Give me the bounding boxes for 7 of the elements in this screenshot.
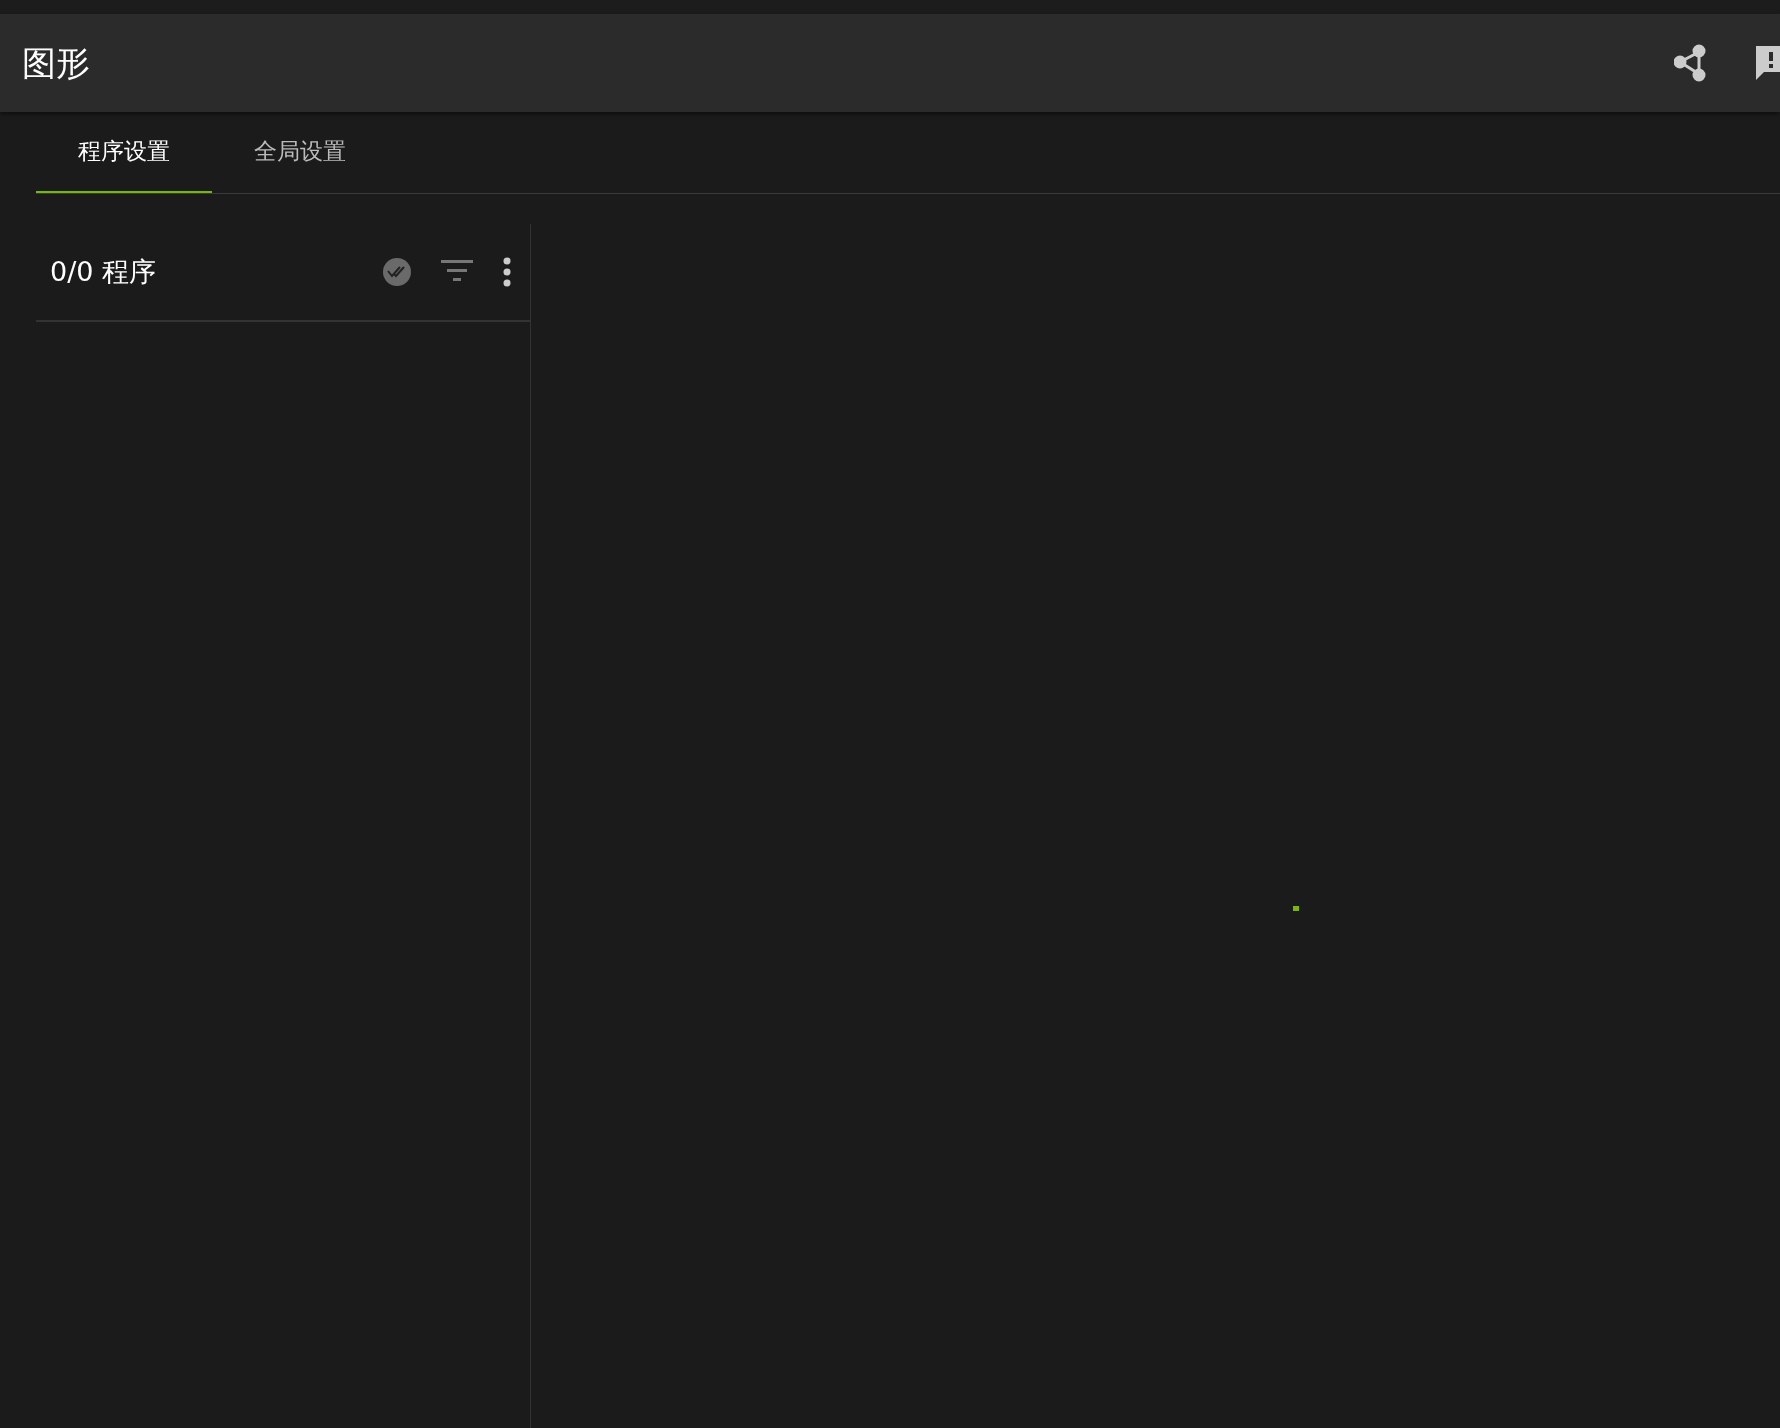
tab[interactable]: 程序设置: [36, 112, 212, 193]
double-check-circle-icon[interactable]: [382, 257, 412, 287]
app-title: 图形: [22, 41, 90, 85]
feedback-icon[interactable]: [1756, 44, 1780, 82]
more-options-icon[interactable]: [502, 257, 512, 287]
program-count-title: 0/0 程序: [50, 254, 157, 289]
tab[interactable]: 全局设置: [212, 112, 388, 193]
